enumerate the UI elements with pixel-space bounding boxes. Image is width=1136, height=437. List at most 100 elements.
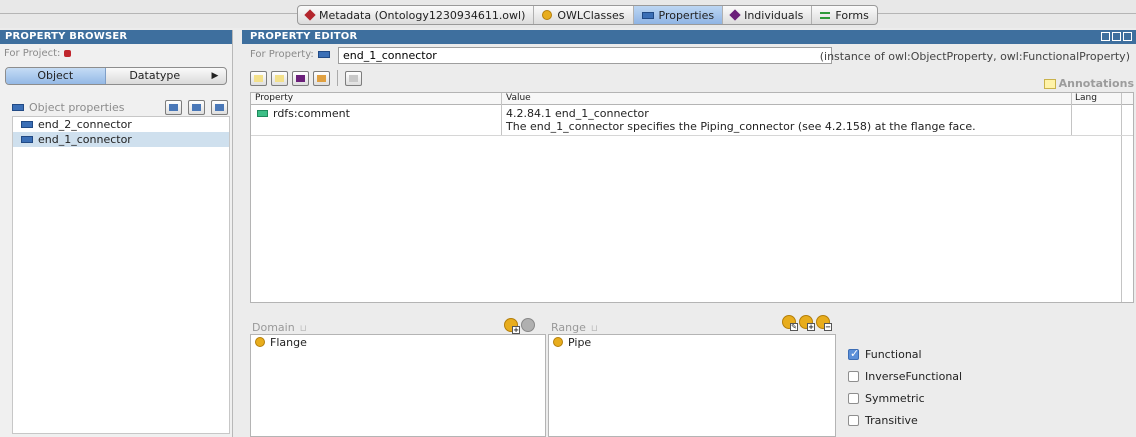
table-header: Property Value Lang (251, 93, 1133, 105)
annotations-label-row: Annotations (1043, 77, 1134, 90)
for-property-row: For Property: (250, 49, 335, 60)
create-property-button[interactable] (165, 99, 182, 115)
segment-datatype[interactable]: Datatype (106, 68, 205, 84)
tabbar-divider (0, 13, 297, 14)
tab-label: OWLClasses (557, 8, 625, 22)
symmetric-checkbox-row[interactable]: Symmetric (848, 387, 962, 409)
instance-note: (instance of owl:ObjectProperty, owl:Fun… (819, 50, 1130, 63)
column-header-property[interactable]: Property (255, 93, 293, 104)
diamond-red-icon (304, 9, 316, 21)
property-browser-header: PROPERTY BROWSER (0, 30, 232, 44)
checkbox-label: Functional (865, 347, 922, 361)
remove-range-class-button[interactable]: − (816, 315, 832, 331)
checkbox-label: Transitive (865, 413, 918, 427)
property-type-switch: Object Datatype ▶ (5, 67, 227, 85)
range-buttons: ✎ + − (782, 315, 832, 331)
for-project-row: For Project: (4, 48, 72, 59)
edit-range-button[interactable]: ✎ (782, 315, 798, 331)
tab-label: Properties (658, 8, 715, 22)
annotation-toolbar (250, 70, 362, 86)
diamond-purple-icon (729, 9, 741, 21)
property-tree: end_2_connector end_1_connector (12, 116, 230, 434)
add-value-button[interactable] (292, 70, 309, 86)
column-header-lang[interactable]: Lang (1075, 93, 1097, 104)
property-icon (317, 51, 330, 58)
add-range-class-button[interactable]: + (799, 315, 815, 331)
checkbox-label: Symmetric (865, 391, 925, 405)
tree-item-selected[interactable]: end_1_connector (13, 132, 229, 147)
new-comment-button[interactable] (271, 70, 288, 86)
class-circle-icon (542, 10, 553, 20)
cell-value-line1: 4.2.84.1 end_1_connector (506, 107, 649, 120)
tab-metadata[interactable]: Metadata (Ontology1230934611.owl) (298, 6, 535, 24)
tab-label: Forms (835, 8, 869, 22)
segment-more-arrow-icon[interactable]: ▶ (204, 68, 226, 84)
property-icon (641, 11, 654, 19)
tab-owlclasses[interactable]: OWLClasses (534, 6, 634, 24)
object-properties-header: Object properties (12, 96, 232, 118)
main-tab-bar: Metadata (Ontology1230934611.owl) OWLCla… (0, 0, 1136, 28)
range-list: Pipe (548, 334, 836, 437)
toolbar-separator (337, 70, 338, 86)
cell-property-text: rdfs:comment (273, 107, 350, 120)
cell-property: rdfs:comment (257, 107, 350, 120)
forms-icon (820, 11, 831, 19)
annotation-property-icon (257, 110, 268, 117)
domain-item-label: Flange (270, 335, 307, 349)
transitive-checkbox[interactable] (848, 414, 859, 426)
functional-checkbox[interactable] (848, 347, 859, 360)
for-project-label: For Project: (4, 48, 61, 59)
symmetric-checkbox[interactable] (848, 392, 859, 404)
tab-label: Individuals (744, 8, 804, 22)
list-item[interactable]: Flange (251, 335, 545, 349)
tab-properties[interactable]: Properties (633, 6, 724, 24)
domain-list: Flange (250, 334, 546, 437)
inverse-functional-checkbox[interactable] (848, 370, 859, 382)
tree-item-label: end_1_connector (38, 133, 132, 146)
cell-value: 4.2.84.1 end_1_connector The end_1_conne… (506, 107, 976, 133)
transitive-checkbox-row[interactable]: Transitive (848, 409, 962, 431)
create-subproperty-button[interactable] (188, 99, 205, 115)
cell-value-line2: The end_1_connector specifies the Piping… (506, 120, 976, 133)
delete-annotation-button[interactable] (313, 70, 330, 86)
delete-property-button[interactable] (211, 99, 228, 115)
property-icon (21, 136, 33, 143)
tab-individuals[interactable]: Individuals (723, 6, 813, 24)
tab-forms[interactable]: Forms (812, 6, 876, 24)
add-domain-class-button[interactable]: + (504, 318, 520, 334)
segment-object[interactable]: Object (6, 68, 106, 84)
list-item[interactable]: Pipe (549, 335, 835, 349)
property-editor-title: PROPERTY EDITOR (250, 31, 358, 42)
class-circle-icon (553, 337, 563, 347)
tab-label: Metadata (Ontology1230934611.owl) (319, 8, 526, 22)
property-characteristics: Functional InverseFunctional Symmetric T… (848, 343, 962, 431)
functional-checkbox-row[interactable]: Functional (848, 343, 962, 365)
new-annotation-button[interactable] (250, 70, 267, 86)
table-row[interactable]: rdfs:comment 4.2.84.1 end_1_connector Th… (251, 106, 1133, 136)
tree-item[interactable]: end_2_connector (13, 117, 229, 132)
add-widget-icon[interactable] (1101, 32, 1110, 41)
tabbar-divider (848, 13, 1136, 14)
class-circle-icon (255, 337, 265, 347)
range-item-label: Pipe (568, 335, 592, 349)
view-annotation-button[interactable] (345, 70, 362, 86)
for-property-label: For Property: (250, 49, 314, 60)
annotations-label: Annotations (1058, 77, 1134, 90)
domain-label: Domain ⊔ (252, 321, 307, 334)
tree-item-label: end_2_connector (38, 118, 132, 131)
property-editor-panel: PROPERTY EDITOR For Property: (instance … (242, 30, 1136, 437)
column-header-value[interactable]: Value (506, 93, 531, 104)
domain-buttons: + (504, 318, 535, 334)
property-name-field[interactable] (338, 47, 832, 64)
range-label: Range ⊔ (551, 321, 598, 334)
remove-domain-class-button[interactable] (521, 318, 535, 332)
inverse-functional-checkbox-row[interactable]: InverseFunctional (848, 365, 962, 387)
property-icon (12, 103, 24, 111)
filter-icon[interactable] (1123, 32, 1132, 41)
minimize-icon[interactable] (1112, 32, 1121, 41)
property-icon (21, 121, 33, 128)
annotations-table: Property Value Lang rdfs:comment 4.2.84.… (250, 92, 1134, 303)
object-properties-label: Object properties (29, 100, 125, 114)
property-browser-panel: PROPERTY BROWSER For Project: Object Dat… (0, 30, 233, 437)
property-editor-header: PROPERTY EDITOR (242, 30, 1136, 44)
